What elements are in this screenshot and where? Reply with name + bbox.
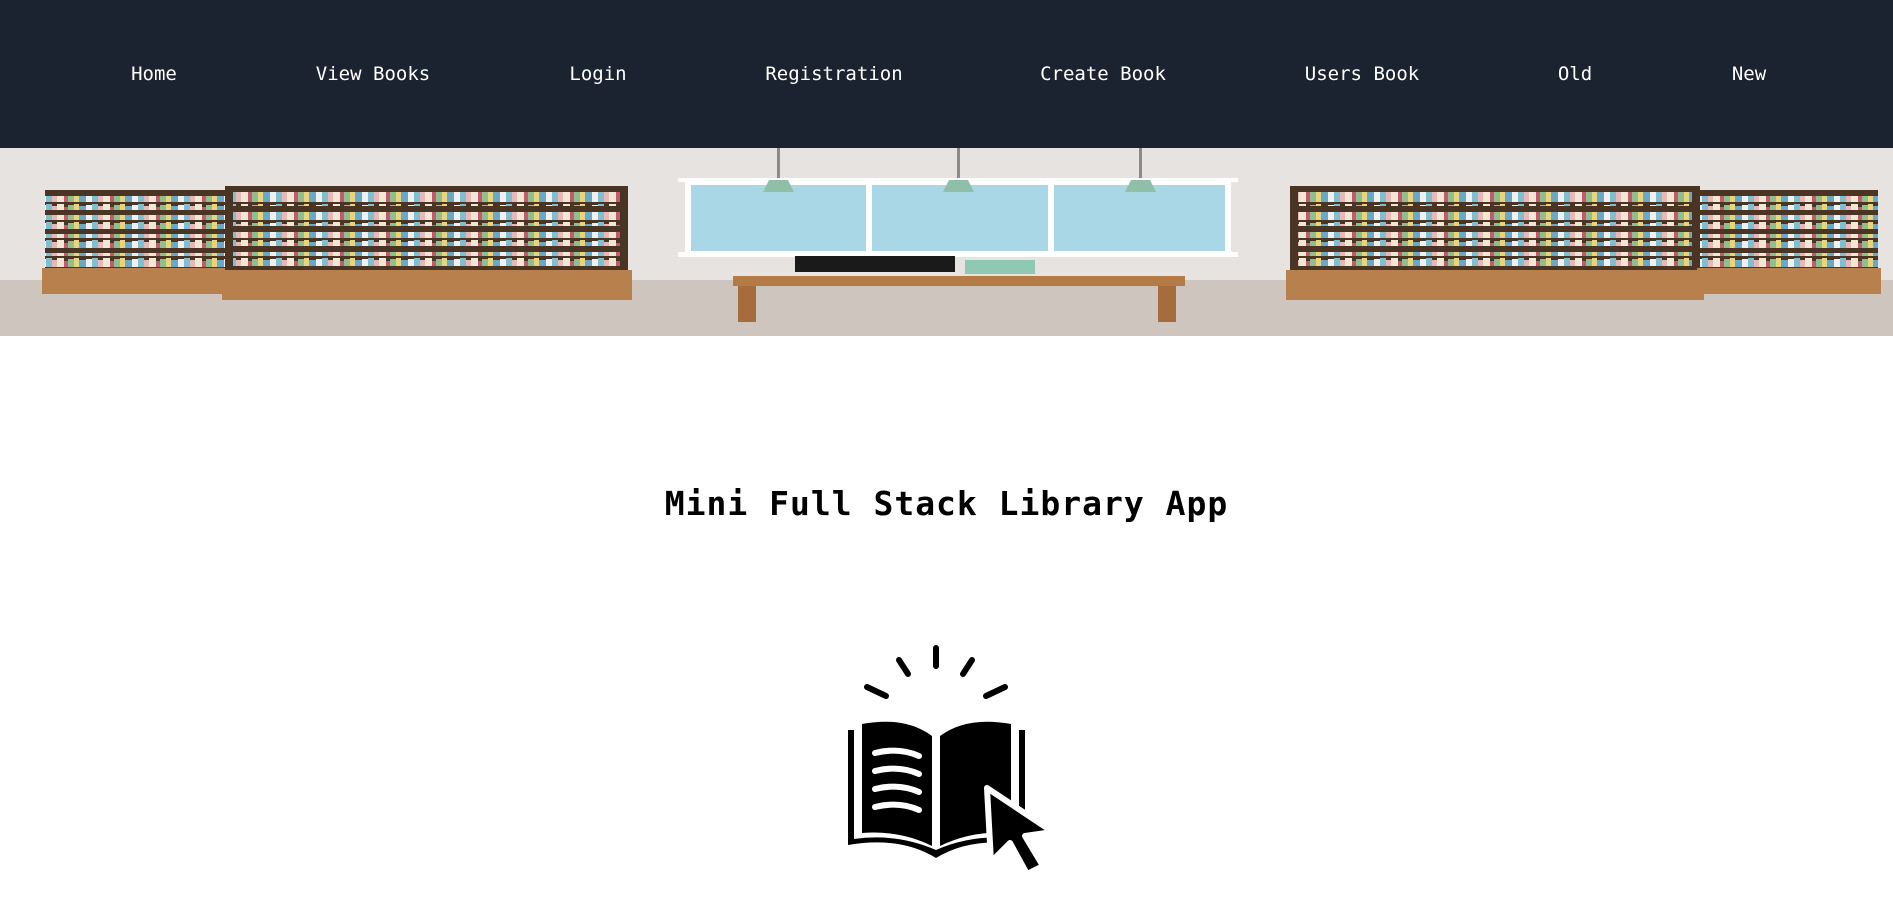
- open-book-click-icon: [815, 640, 1085, 880]
- nav-home-link[interactable]: Home: [131, 63, 177, 85]
- nav-new-link[interactable]: New: [1732, 63, 1766, 85]
- page-title: Mini Full Stack Library App: [664, 484, 1229, 523]
- nav-old-link[interactable]: Old: [1558, 63, 1592, 85]
- nav-create-book-link[interactable]: Create Book: [1040, 63, 1166, 85]
- nav-login-link[interactable]: Login: [569, 63, 626, 85]
- nav-registration-link[interactable]: Registration: [765, 63, 902, 85]
- top-navbar: Home View Books Login Registration Creat…: [0, 0, 1893, 148]
- nav-view-books-link[interactable]: View Books: [316, 63, 430, 85]
- nav-users-book-link[interactable]: Users Book: [1305, 63, 1419, 85]
- library-banner-image: [0, 148, 1893, 336]
